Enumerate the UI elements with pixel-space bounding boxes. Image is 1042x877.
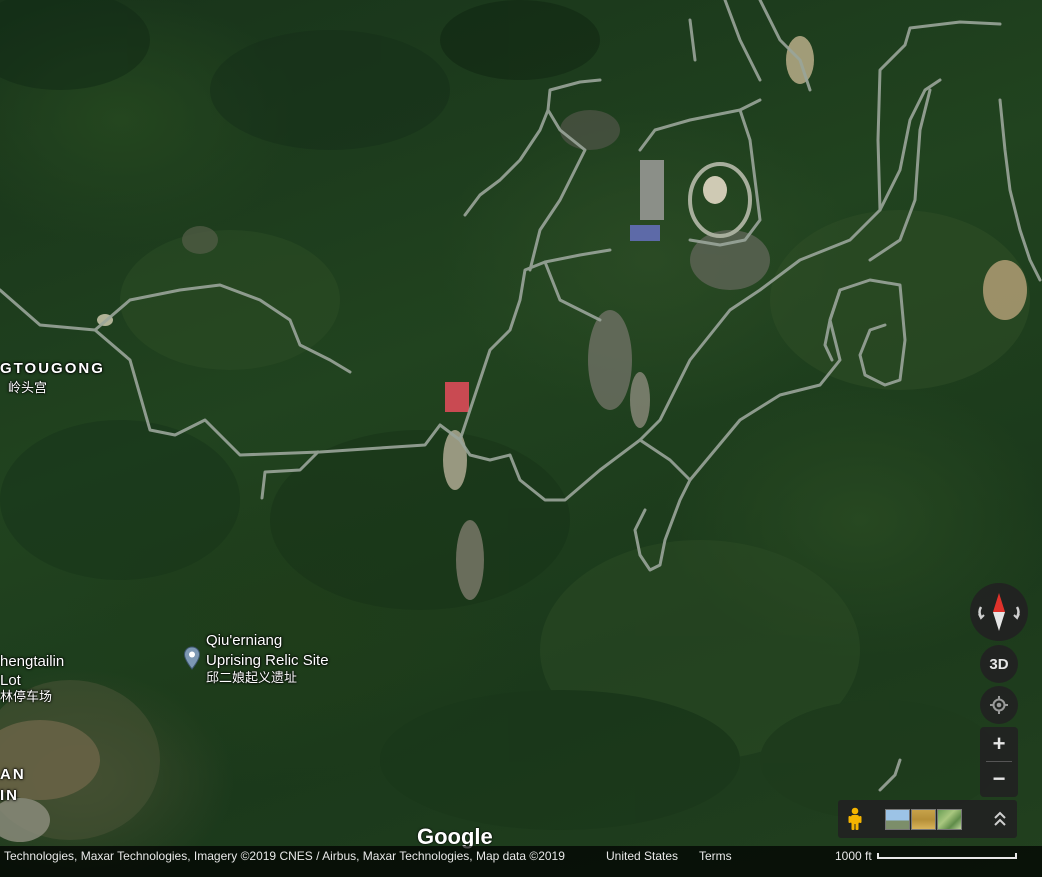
attribution-text: Technologies, Maxar Technologies, Imager… xyxy=(4,849,565,863)
chevron-double-up-icon[interactable] xyxy=(988,806,1012,832)
left-place-line2[interactable]: Lot xyxy=(0,672,21,689)
compass-icon[interactable] xyxy=(970,583,1028,641)
compass-needle-icon xyxy=(978,593,1020,631)
zoom-in-button[interactable]: + xyxy=(980,727,1018,761)
roads xyxy=(0,0,1042,792)
terms-link[interactable]: Terms xyxy=(699,849,732,863)
street-view-thumbnail[interactable] xyxy=(885,809,910,830)
scale-bar[interactable] xyxy=(877,853,1017,859)
town-label-chinese[interactable]: 岭头宫 xyxy=(8,380,47,396)
left-place-line1[interactable]: hengtailin xyxy=(0,653,64,670)
zoom-controls: + − xyxy=(980,727,1018,797)
left-place-chinese[interactable]: 林停车场 xyxy=(0,689,52,705)
satellite-map[interactable]: GTOUGONG 岭头宫 Qiu'erniang Uprising Relic … xyxy=(0,0,1042,877)
zoom-out-button[interactable]: − xyxy=(980,762,1018,796)
layer-controls xyxy=(838,800,1017,838)
attribution-bar: Technologies, Maxar Technologies, Imager… xyxy=(0,846,1042,877)
map-pin-icon[interactable] xyxy=(183,646,201,670)
poi-name-line1[interactable]: Qiu'erniang xyxy=(206,632,282,649)
region-link[interactable]: United States xyxy=(606,849,678,863)
my-location-icon xyxy=(990,696,1008,714)
left-bottom-label-line2[interactable]: IN xyxy=(0,787,19,804)
scale-label[interactable]: 1000 ft xyxy=(835,849,872,863)
terrain-thumbnail[interactable] xyxy=(937,809,962,830)
town-label[interactable]: GTOUGONG xyxy=(0,360,105,377)
left-bottom-label-line1[interactable]: AN xyxy=(0,766,26,783)
my-location-button[interactable] xyxy=(980,686,1018,724)
poi-name-line2[interactable]: Uprising Relic Site xyxy=(206,652,329,669)
3d-toggle-button[interactable]: 3D xyxy=(980,645,1018,683)
forest-texture xyxy=(0,0,1030,840)
terrain-imagery xyxy=(0,0,1042,842)
poi-name-chinese[interactable]: 邱二娘起义遗址 xyxy=(206,670,297,686)
pegman-icon[interactable] xyxy=(846,807,864,831)
imagery-thumbnail[interactable] xyxy=(911,809,936,830)
